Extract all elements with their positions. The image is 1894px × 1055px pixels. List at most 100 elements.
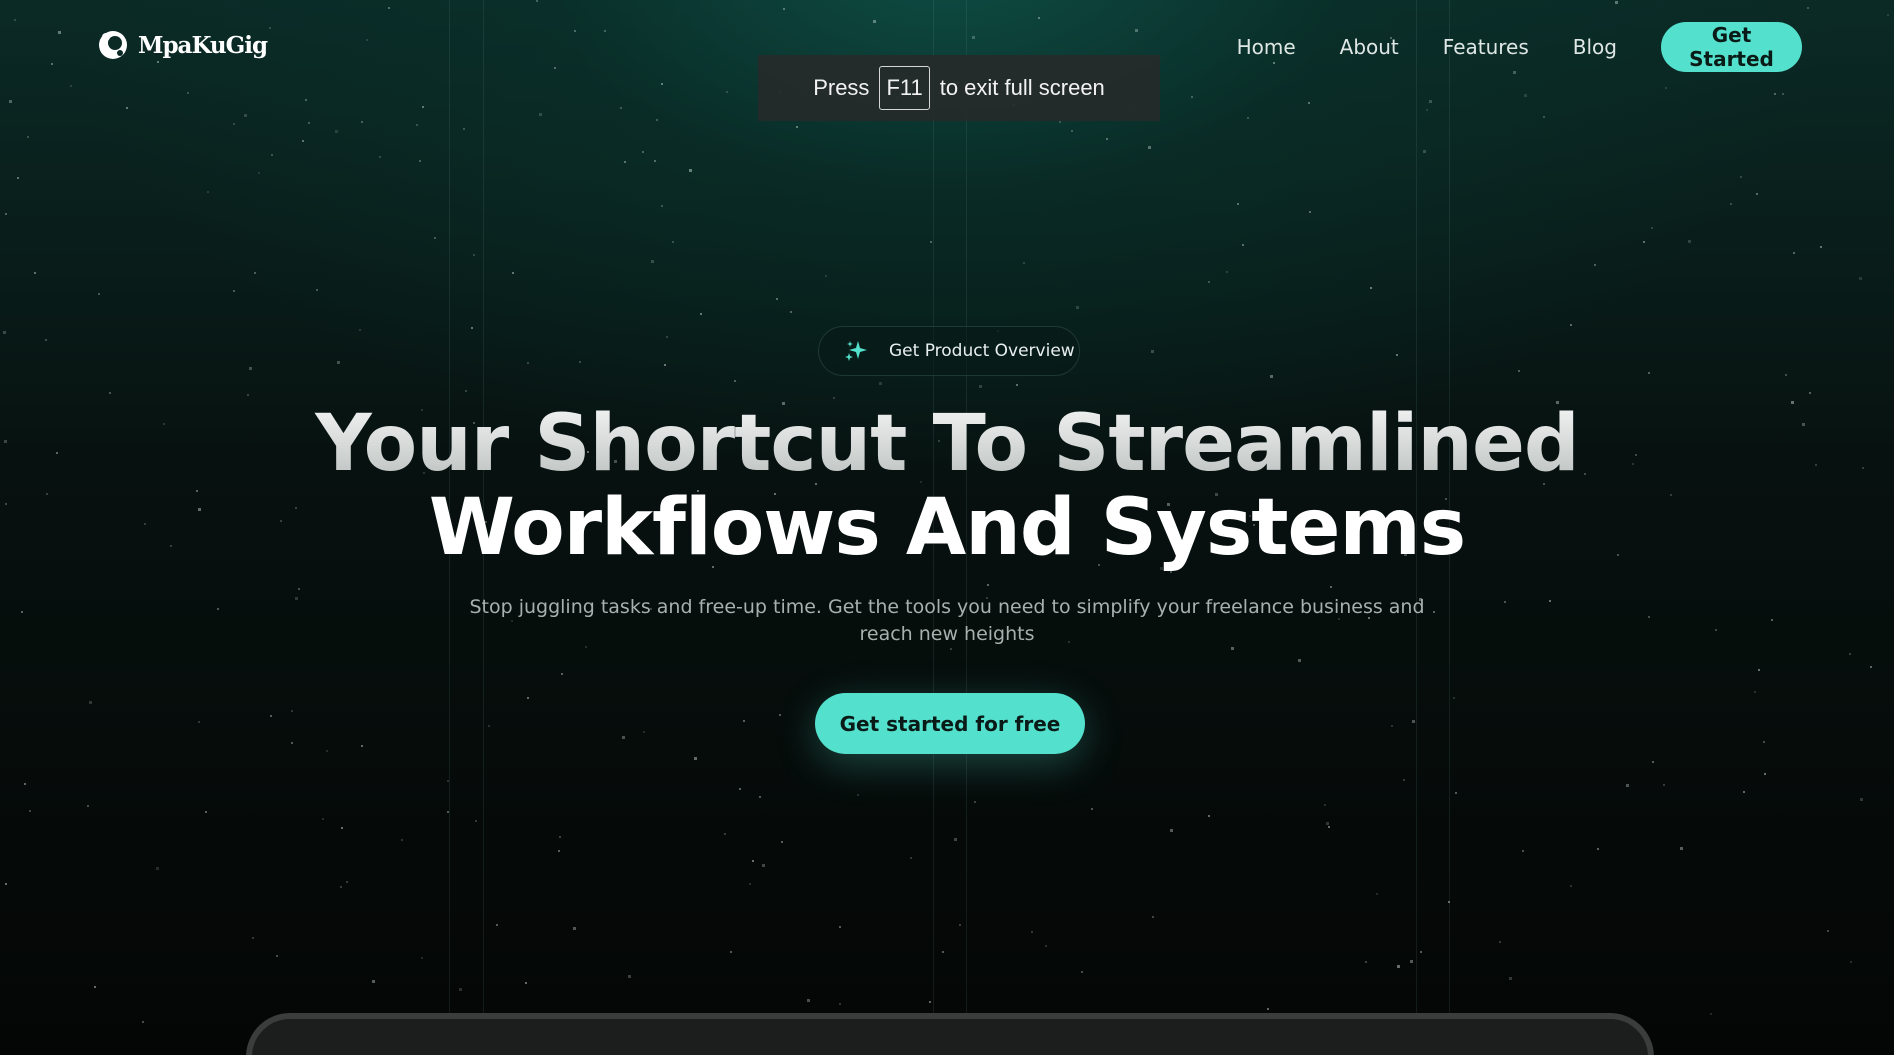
star-dot: [1499, 941, 1501, 943]
star-dot: [873, 20, 876, 23]
star-dot: [950, 648, 952, 650]
star-dot: [1397, 965, 1400, 968]
star-dot: [1758, 669, 1760, 671]
star-dot: [3, 331, 6, 334]
star-dot: [743, 720, 745, 722]
star-dot: [661, 205, 663, 207]
star-dot: [24, 783, 26, 785]
star-dot: [1543, 116, 1545, 118]
star-dot: [326, 750, 328, 752]
star-dot: [270, 715, 272, 717]
star-dot: [1152, 916, 1154, 918]
nav-home-link[interactable]: Home: [1237, 35, 1296, 59]
star-dot: [1038, 17, 1040, 19]
star-dot: [269, 27, 271, 29]
hero-headline: Your Shortcut To Streamlined Workflows A…: [0, 402, 1894, 570]
star-dot: [14, 19, 16, 21]
star-dot: [624, 161, 626, 163]
star-dot: [276, 955, 278, 957]
star-dot: [198, 721, 200, 723]
nav-features-link[interactable]: Features: [1443, 35, 1529, 59]
star-dot: [27, 136, 29, 138]
star-dot: [205, 811, 207, 813]
star-dot: [628, 975, 631, 978]
brand-logo[interactable]: MpaKuGig: [96, 28, 268, 62]
star-dot: [539, 113, 542, 116]
star-dot: [1643, 241, 1645, 243]
nav-blog-link[interactable]: Blog: [1573, 35, 1617, 59]
star-dot: [361, 121, 363, 123]
get-started-button[interactable]: Get Started: [1661, 22, 1802, 72]
star-dot: [1860, 798, 1863, 801]
star-dot: [561, 673, 563, 675]
star-dot: [258, 172, 260, 174]
star-dot: [1680, 847, 1683, 850]
star-dot: [1031, 931, 1033, 933]
star-dot: [1665, 87, 1667, 89]
star-dot: [1518, 370, 1520, 372]
star-dot: [463, 128, 465, 130]
star-dot: [1651, 227, 1653, 229]
hero-subtitle: Stop juggling tasks and free-up time. Ge…: [0, 594, 1894, 648]
star-dot: [1652, 761, 1654, 763]
star-dot: [422, 106, 424, 108]
star-dot: [661, 83, 663, 85]
star-dot: [1170, 829, 1173, 832]
star-dot: [361, 745, 363, 747]
star-dot: [558, 850, 560, 852]
get-started-for-free-button[interactable]: Get started for free: [815, 693, 1085, 754]
star-dot: [1887, 14, 1889, 16]
product-overview-pill[interactable]: Get Product Overview: [818, 326, 1080, 376]
star-dot: [942, 951, 944, 953]
star-dot: [247, 394, 249, 396]
star-dot: [1688, 240, 1691, 243]
star-dot: [459, 988, 462, 991]
star-dot: [89, 701, 92, 704]
star-dot: [416, 124, 418, 126]
nav-about-link[interactable]: About: [1340, 35, 1399, 59]
star-dot: [379, 156, 381, 158]
sparkle-icon: [845, 341, 867, 361]
star-dot: [126, 107, 128, 109]
star-dot: [752, 860, 754, 862]
star-dot: [475, 820, 477, 822]
star-dot: [1570, 324, 1572, 326]
star-dot: [759, 796, 761, 798]
star-dot: [1597, 848, 1599, 850]
star-dot: [1267, 1008, 1269, 1010]
star-dot: [783, 8, 785, 10]
star-dot: [359, 329, 361, 331]
star-dot: [5, 883, 7, 885]
star-dot: [825, 275, 827, 277]
hero-subtitle-line1: Stop juggling tasks and free-up time. Ge…: [469, 596, 1425, 618]
star-dot: [1091, 808, 1093, 810]
star-dot: [1785, 374, 1787, 376]
star-dot: [1615, 1, 1618, 4]
star-dot: [1370, 287, 1372, 289]
star-dot: [666, 336, 668, 338]
star-dot: [807, 999, 810, 1002]
star-dot: [109, 392, 111, 394]
star-dot: [1376, 893, 1378, 895]
star-dot: [730, 951, 732, 953]
star-dot: [271, 154, 273, 156]
star-dot: [419, 160, 421, 162]
star-dot: [700, 313, 702, 315]
star-dot: [341, 827, 343, 829]
star-dot: [1045, 945, 1047, 947]
brand-name: MpaKuGig: [138, 31, 268, 59]
mpakugig-logo-icon: [99, 31, 127, 59]
star-dot: [1764, 773, 1766, 775]
star-dot: [316, 289, 318, 291]
star-dot: [5, 213, 7, 215]
star-dot: [305, 99, 307, 101]
star-dot: [604, 30, 606, 32]
product-preview-frame: [246, 1013, 1654, 1055]
star-dot: [1850, 961, 1852, 963]
star-dot: [1330, 586, 1332, 588]
star-dot: [959, 924, 961, 926]
star-dot: [1410, 960, 1413, 963]
star-dot: [51, 63, 53, 65]
star-dot: [1148, 146, 1151, 149]
hero-headline-line1: Your Shortcut To Streamlined: [0, 402, 1894, 486]
